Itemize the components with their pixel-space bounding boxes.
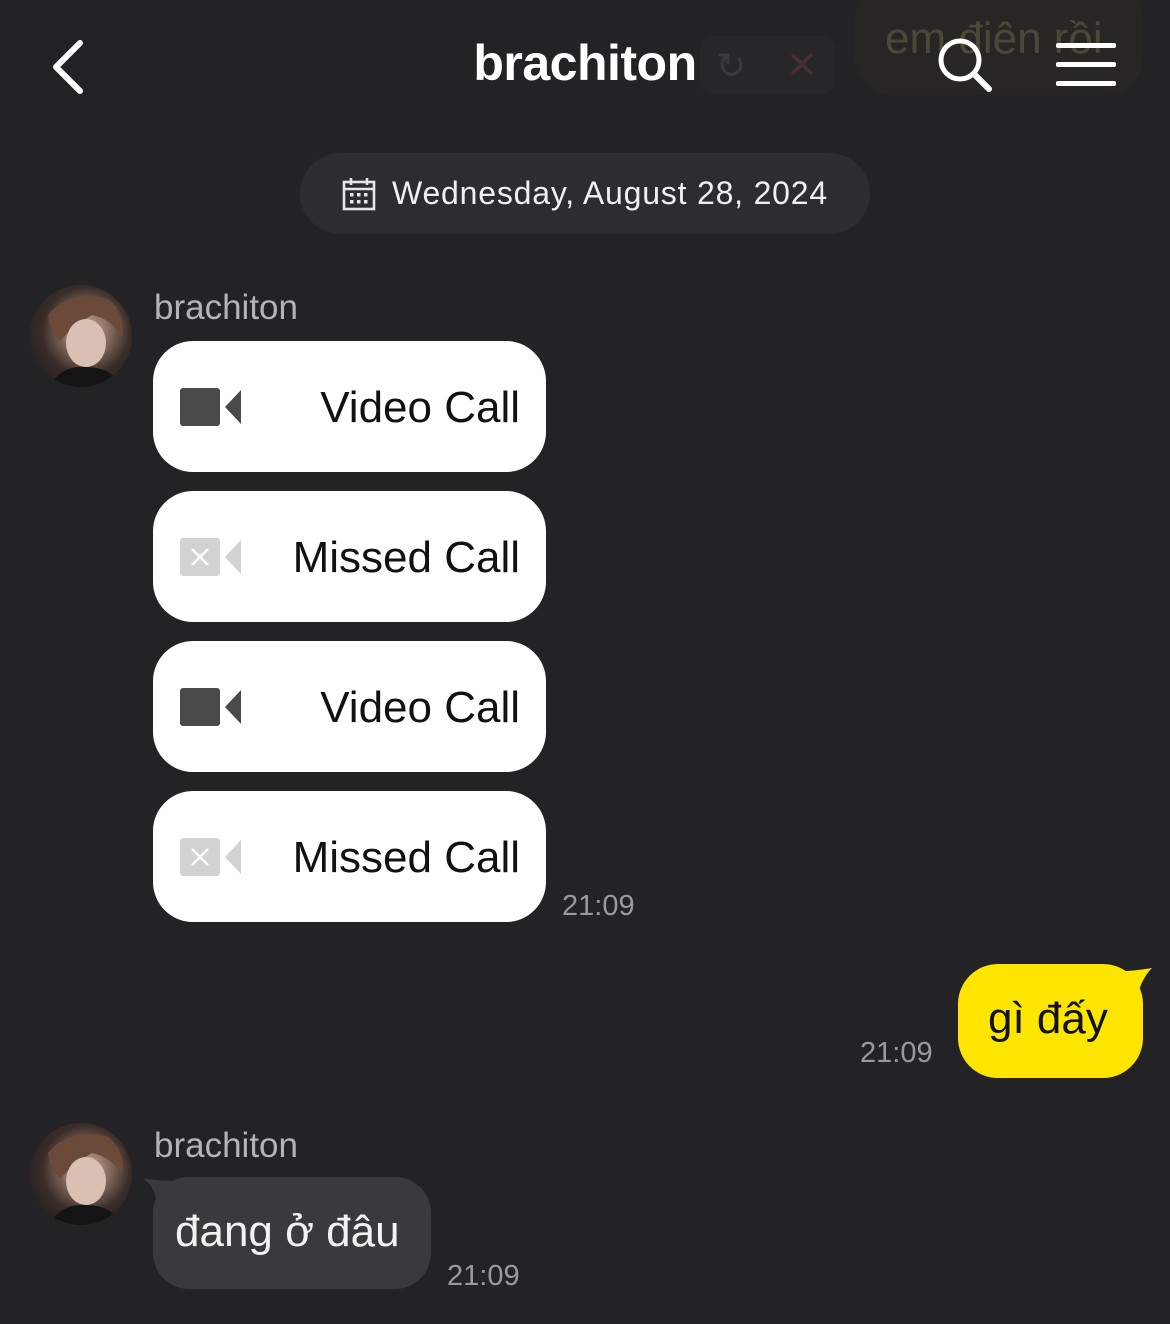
call-label: Video Call <box>320 383 520 432</box>
missed-call-bubble[interactable]: Missed Call <box>153 791 546 922</box>
video-camera-icon <box>180 388 241 426</box>
video-camera-missed-icon <box>180 838 241 876</box>
sender-name: brachiton <box>154 1126 298 1165</box>
call-label: Video Call <box>320 683 520 732</box>
message-text: đang ở đâu <box>175 1207 400 1256</box>
calendar-icon <box>342 177 376 210</box>
video-camera-missed-icon <box>180 538 241 576</box>
chevron-left-icon <box>53 40 83 94</box>
incoming-message-bubble[interactable]: đang ở đâu <box>153 1177 431 1289</box>
video-call-bubble[interactable]: Video Call <box>153 641 546 772</box>
menu-button[interactable] <box>1050 30 1122 100</box>
avatar[interactable] <box>30 1123 132 1225</box>
message-timestamp: 21:09 <box>562 890 635 922</box>
avatar[interactable] <box>30 285 132 387</box>
search-icon <box>938 38 992 92</box>
missed-call-bubble[interactable]: Missed Call <box>153 491 546 622</box>
chat-title: brachiton <box>473 35 697 91</box>
date-text: Wednesday, August 28, 2024 <box>392 175 828 211</box>
message-text: gì đấy <box>988 994 1108 1043</box>
date-divider: Wednesday, August 28, 2024 <box>300 153 870 234</box>
call-label: Missed Call <box>292 833 520 882</box>
video-call-bubble[interactable]: Video Call <box>153 341 546 472</box>
message-timestamp: 21:09 <box>447 1260 520 1292</box>
search-button[interactable] <box>930 30 1000 100</box>
video-camera-icon <box>180 688 241 726</box>
outgoing-message-bubble[interactable]: gì đấy <box>958 964 1143 1078</box>
back-button[interactable] <box>38 32 98 102</box>
hamburger-menu-icon <box>1056 43 1116 86</box>
dismiss-icon: ✕ <box>786 45 818 87</box>
sender-name: brachiton <box>154 288 298 327</box>
call-label: Missed Call <box>292 533 520 582</box>
message-timestamp: 21:09 <box>860 1037 933 1069</box>
